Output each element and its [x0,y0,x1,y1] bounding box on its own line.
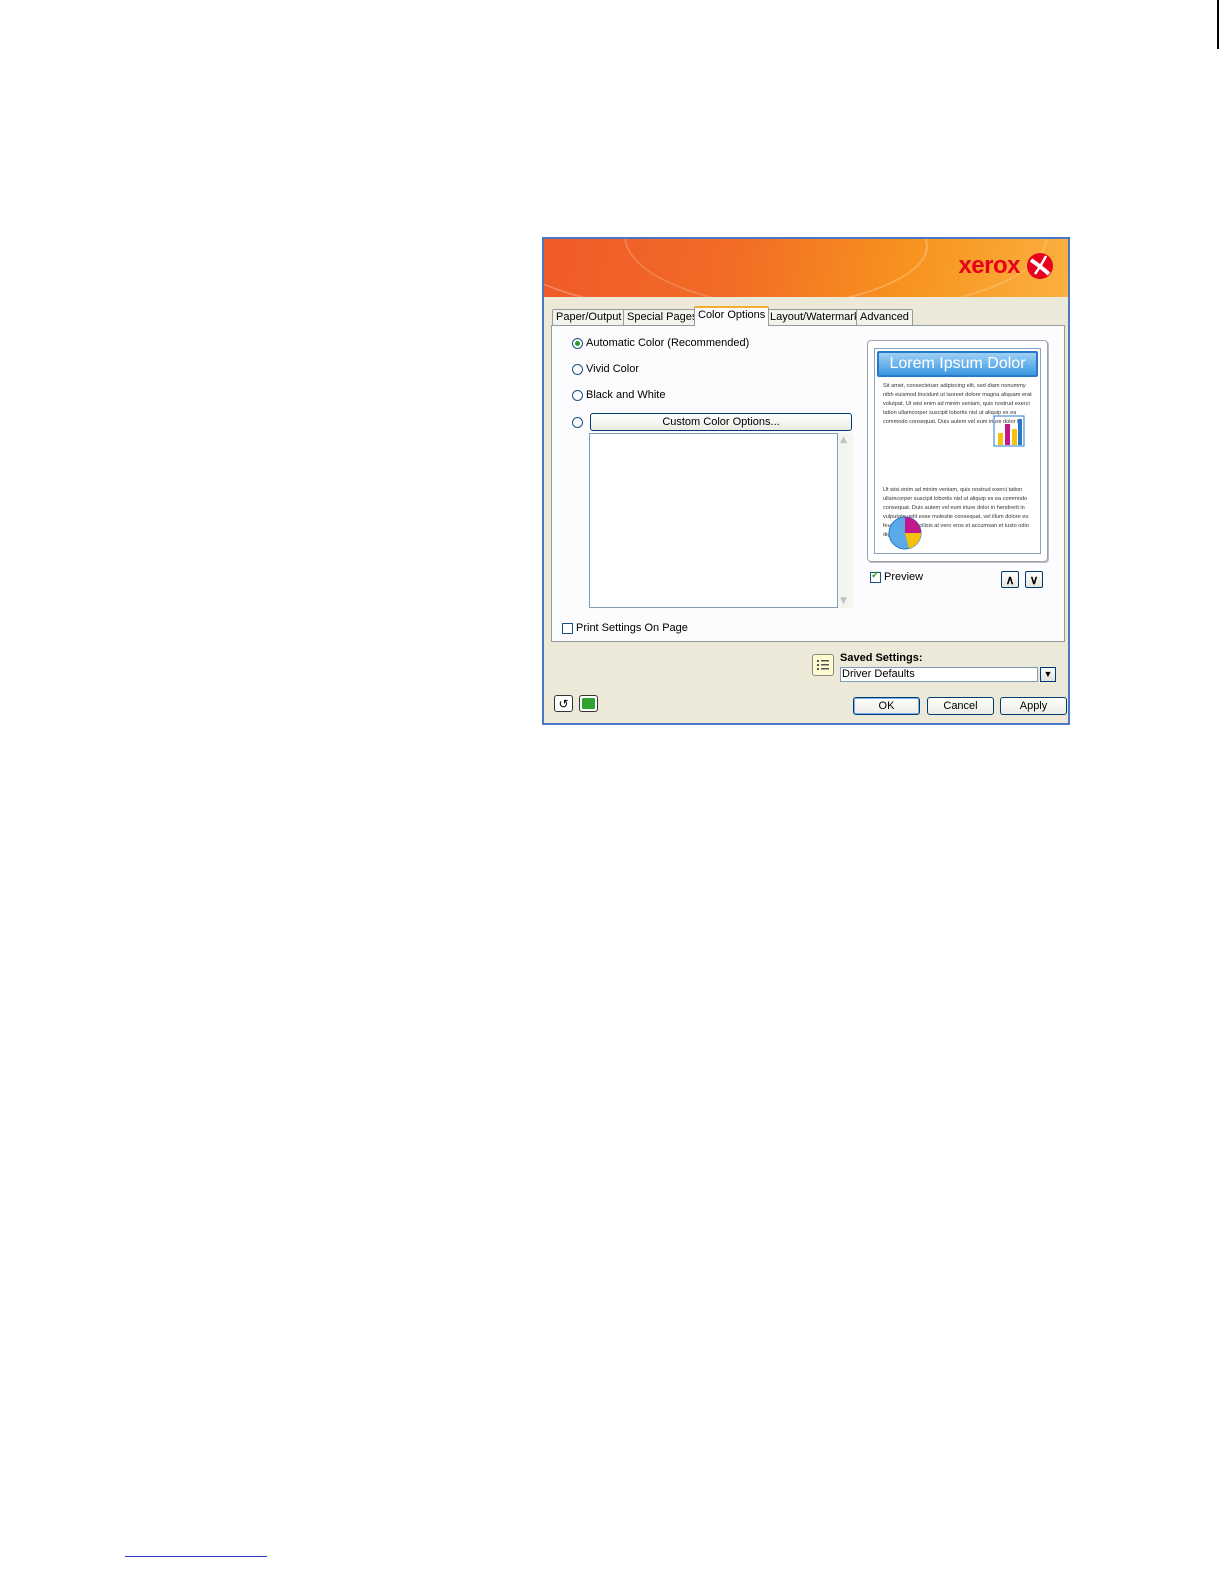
pie-chart-icon [888,516,922,550]
preview-paragraph-1-continued [883,431,993,468]
preview-down-button[interactable]: ∨ [1025,571,1043,588]
brand-banner: xerox [544,239,1068,297]
status-icon [582,698,595,709]
preview-page: Lorem Ipsum Dolor Sit amet, consectetuer… [874,348,1041,554]
checkbox[interactable] [562,622,573,634]
radio-label: Vivid Color [586,363,639,375]
saved-settings-icon[interactable] [812,654,834,676]
checkbox[interactable] [870,570,881,583]
radio-automatic-color[interactable]: Automatic Color (Recommended) [572,336,749,350]
page-edge-line [1217,0,1219,49]
preview-title: Lorem Ipsum Dolor [877,351,1038,377]
printer-properties-dialog: xerox Paper/Output Special Pages Color O… [542,237,1070,725]
checkbox-label: Preview [884,571,924,583]
color-options-panel: Automatic Color (Recommended) Vivid Colo… [551,325,1065,642]
custom-list-scrollbar[interactable]: ▲ ▼ [838,433,853,608]
checkbox-label: Print Settings On Page [576,622,688,634]
radio-vivid-color[interactable]: Vivid Color [572,362,639,376]
preview-up-button[interactable]: ∧ [1001,571,1019,588]
tab-color-options[interactable]: Color Options [694,306,770,326]
preview-checkbox[interactable]: Preview [870,570,924,583]
chevron-down-icon: ∨ [1029,572,1039,587]
print-settings-on-page-checkbox[interactable]: Print Settings On Page [562,622,688,634]
chevron-up-icon: ∧ [1005,572,1015,587]
brand-logo-text: xerox [958,252,1020,279]
radio-black-and-white[interactable]: Black and White [572,388,665,402]
custom-color-list[interactable] [589,433,838,608]
preview-frame: Lorem Ipsum Dolor Sit amet, consectetuer… [867,340,1048,562]
saved-settings-select[interactable]: Driver Defaults [840,667,1038,682]
tab-paper-output[interactable]: Paper/Output [552,309,626,325]
tab-advanced[interactable]: Advanced [856,309,913,325]
radio-label: Automatic Color (Recommended) [586,337,750,349]
reset-button[interactable]: ↺ [554,695,573,712]
custom-color-options-button[interactable]: Custom Color Options... [590,413,852,431]
radio-button[interactable] [572,416,583,428]
status-button[interactable] [579,695,598,712]
footer-link-underline [125,1556,267,1557]
bar-chart-icon [993,415,1025,447]
saved-settings-label: Saved Settings: [840,652,923,664]
tab-special-pages[interactable]: Special Pages [623,309,702,325]
radio-button[interactable] [572,363,583,375]
cancel-button[interactable]: Cancel [927,697,994,715]
scroll-down-icon[interactable]: ▼ [840,596,847,606]
radio-button[interactable] [572,337,583,349]
radio-label: Black and White [586,389,666,401]
reset-icon: ↺ [558,696,569,711]
apply-button[interactable]: Apply [1000,697,1067,715]
tab-layout-watermark[interactable]: Layout/Watermark [766,309,864,325]
ok-button[interactable]: OK [853,697,920,715]
radio-button[interactable] [572,389,583,401]
radio-custom-color[interactable] [572,415,586,429]
scroll-up-icon[interactable]: ▲ [840,435,847,445]
chevron-down-icon: ▼ [1043,669,1053,679]
saved-settings-dropdown-button[interactable]: ▼ [1040,667,1056,682]
brand-sphere-icon [1027,253,1053,279]
